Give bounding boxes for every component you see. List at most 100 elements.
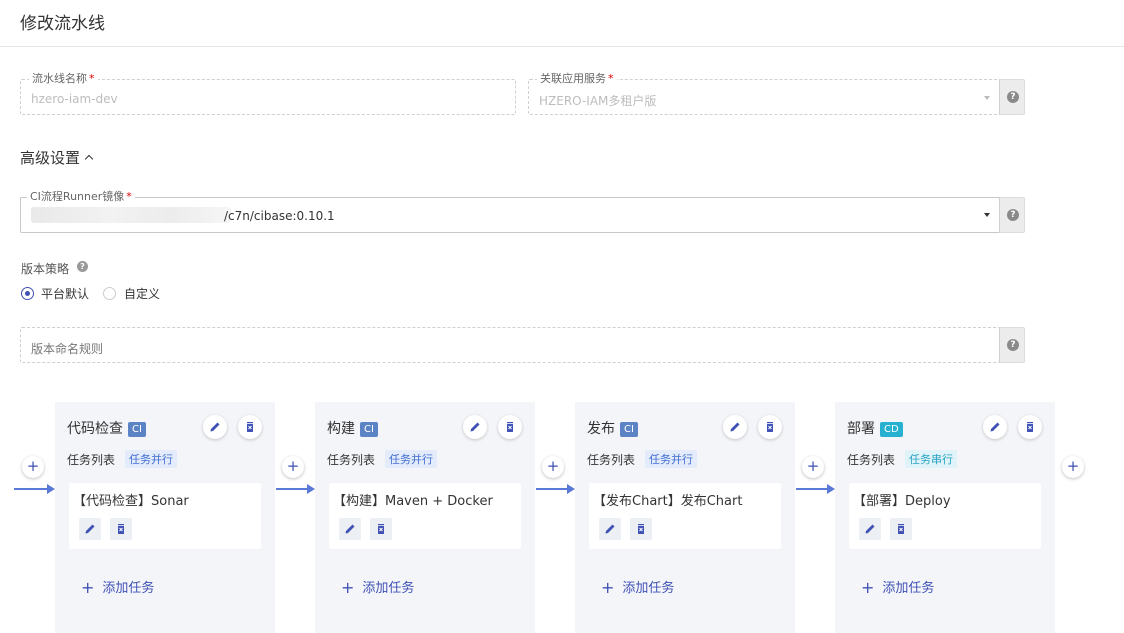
help-icon[interactable]: ? — [77, 261, 88, 272]
radio-custom-label[interactable]: 自定义 — [124, 285, 160, 302]
stage-type-tag: CI — [620, 422, 638, 437]
add-task-button[interactable]: + 添加任务 — [861, 577, 934, 597]
version-naming-help[interactable]: ? — [999, 327, 1025, 363]
stage-title: 构建 CI — [327, 418, 378, 438]
flow-arrow — [276, 488, 308, 490]
edit-task-button[interactable] — [79, 518, 101, 540]
add-stage-button[interactable]: + — [802, 456, 824, 478]
trash-icon — [247, 422, 253, 432]
app-service-label: 关联应用服务 * — [537, 72, 617, 86]
task-card[interactable]: 【部署】Deploy — [849, 483, 1041, 549]
pencil-icon — [605, 524, 615, 534]
pipeline-name-value: hzero-iam-dev — [31, 92, 118, 106]
edit-stage-button[interactable] — [203, 415, 227, 439]
app-service-select[interactable]: 关联应用服务 * HZERO-IAM多租户版 — [528, 72, 1000, 115]
stage-card: 部署 CD 任务列表 任务串行 【部署】Deploy + 添加任务 — [835, 402, 1055, 633]
task-mode-badge: 任务并行 — [645, 450, 697, 468]
stage-title: 代码检查 CI — [67, 418, 146, 438]
pencil-icon — [345, 524, 355, 534]
plus-icon: + — [861, 578, 875, 597]
help-icon: ? — [1007, 339, 1019, 351]
trash-icon — [898, 524, 904, 534]
runner-image-help[interactable]: ? — [999, 197, 1025, 233]
pencil-icon — [990, 422, 1000, 432]
app-service-help[interactable]: ? — [999, 79, 1025, 115]
trash-icon — [767, 422, 773, 432]
task-list-label: 任务列表 — [327, 453, 376, 467]
edit-stage-button[interactable] — [723, 415, 747, 439]
edit-task-button[interactable] — [339, 518, 361, 540]
delete-stage-button[interactable] — [758, 415, 782, 439]
radio-platform-default[interactable] — [21, 287, 34, 300]
task-name: 【构建】Maven + Docker — [333, 494, 493, 509]
edit-task-button[interactable] — [859, 518, 881, 540]
help-icon: ? — [1007, 209, 1019, 221]
pipeline-name-field[interactable]: 流水线名称 * hzero-iam-dev — [20, 72, 516, 115]
delete-stage-button[interactable] — [1018, 415, 1042, 439]
task-card[interactable]: 【构建】Maven + Docker — [329, 483, 521, 549]
stage-card: 代码检查 CI 任务列表 任务并行 【代码检查】Sonar + 添加任务 — [55, 402, 275, 633]
pencil-icon — [210, 422, 220, 432]
add-stage-button[interactable]: + — [282, 456, 304, 478]
pencil-icon — [730, 422, 740, 432]
radio-custom[interactable] — [103, 287, 116, 300]
add-task-button[interactable]: + 添加任务 — [601, 577, 674, 597]
pencil-icon — [470, 422, 480, 432]
task-card[interactable]: 【代码检查】Sonar — [69, 483, 261, 549]
flow-arrow-head — [307, 484, 315, 494]
advanced-settings-title: 高级设置 — [20, 149, 81, 167]
trash-icon — [378, 524, 384, 534]
task-mode-badge: 任务并行 — [125, 450, 177, 468]
trash-icon — [118, 524, 124, 534]
add-stage-button[interactable]: + — [1062, 456, 1084, 478]
task-mode-badge: 任务并行 — [385, 450, 437, 468]
radio-platform-default-label[interactable]: 平台默认 — [41, 285, 89, 302]
chevron-up-icon — [84, 154, 94, 164]
edit-stage-button[interactable] — [463, 415, 487, 439]
stage-type-tag: CI — [360, 422, 378, 437]
advanced-settings-toggle[interactable]: 高级设置 — [20, 147, 94, 168]
pencil-icon — [85, 524, 95, 534]
pipeline-name-label: 流水线名称 * — [29, 72, 98, 86]
app-service-value: HZERO-IAM多租户版 — [539, 94, 657, 108]
task-list-label: 任务列表 — [67, 453, 116, 467]
add-task-button[interactable]: + 添加任务 — [81, 577, 154, 597]
delete-task-button[interactable] — [370, 518, 392, 540]
version-strategy-label: 版本策略 — [21, 262, 70, 276]
pencil-icon — [865, 524, 875, 534]
edit-task-button[interactable] — [599, 518, 621, 540]
stage-card: 发布 CI 任务列表 任务并行 【发布Chart】发布Chart + 添加任务 — [575, 402, 795, 633]
flow-arrow-head — [827, 484, 835, 494]
delete-stage-button[interactable] — [498, 415, 522, 439]
plus-icon: + — [81, 578, 95, 597]
stage-card: 构建 CI 任务列表 任务并行 【构建】Maven + Docker + 添加任务 — [315, 402, 535, 633]
plus-icon: + — [601, 578, 615, 597]
delete-task-button[interactable] — [630, 518, 652, 540]
task-list-label: 任务列表 — [587, 453, 636, 467]
flow-arrow — [14, 488, 48, 490]
chevron-down-icon — [984, 213, 990, 217]
page-header: 修改流水线 — [0, 0, 1124, 47]
stage-title: 部署 CD — [847, 418, 903, 438]
stage-title: 发布 CI — [587, 418, 638, 438]
add-task-button[interactable]: + 添加任务 — [341, 577, 414, 597]
runner-image-label: CI流程Runner镜像 * — [27, 190, 135, 204]
task-name: 【发布Chart】发布Chart — [593, 494, 743, 509]
edit-stage-button[interactable] — [983, 415, 1007, 439]
task-card[interactable]: 【发布Chart】发布Chart — [589, 483, 781, 549]
add-stage-button[interactable]: + — [542, 456, 564, 478]
version-naming-input[interactable]: 版本命名规则 — [20, 327, 1000, 363]
chevron-down-icon — [984, 96, 990, 100]
add-stage-button[interactable]: + — [22, 456, 44, 478]
trash-icon — [1027, 422, 1033, 432]
trash-icon — [638, 524, 644, 534]
delete-task-button[interactable] — [890, 518, 912, 540]
delete-task-button[interactable] — [110, 518, 132, 540]
runner-image-select[interactable]: CI流程Runner镜像 * /c7n/cibase:0.10.1 — [20, 190, 1000, 233]
runner-image-value: /c7n/cibase:0.10.1 — [224, 209, 335, 223]
delete-stage-button[interactable] — [238, 415, 262, 439]
redacted-text — [31, 207, 231, 223]
flow-arrow — [536, 488, 568, 490]
stage-type-tag: CI — [128, 422, 146, 437]
task-name: 【部署】Deploy — [853, 494, 951, 509]
